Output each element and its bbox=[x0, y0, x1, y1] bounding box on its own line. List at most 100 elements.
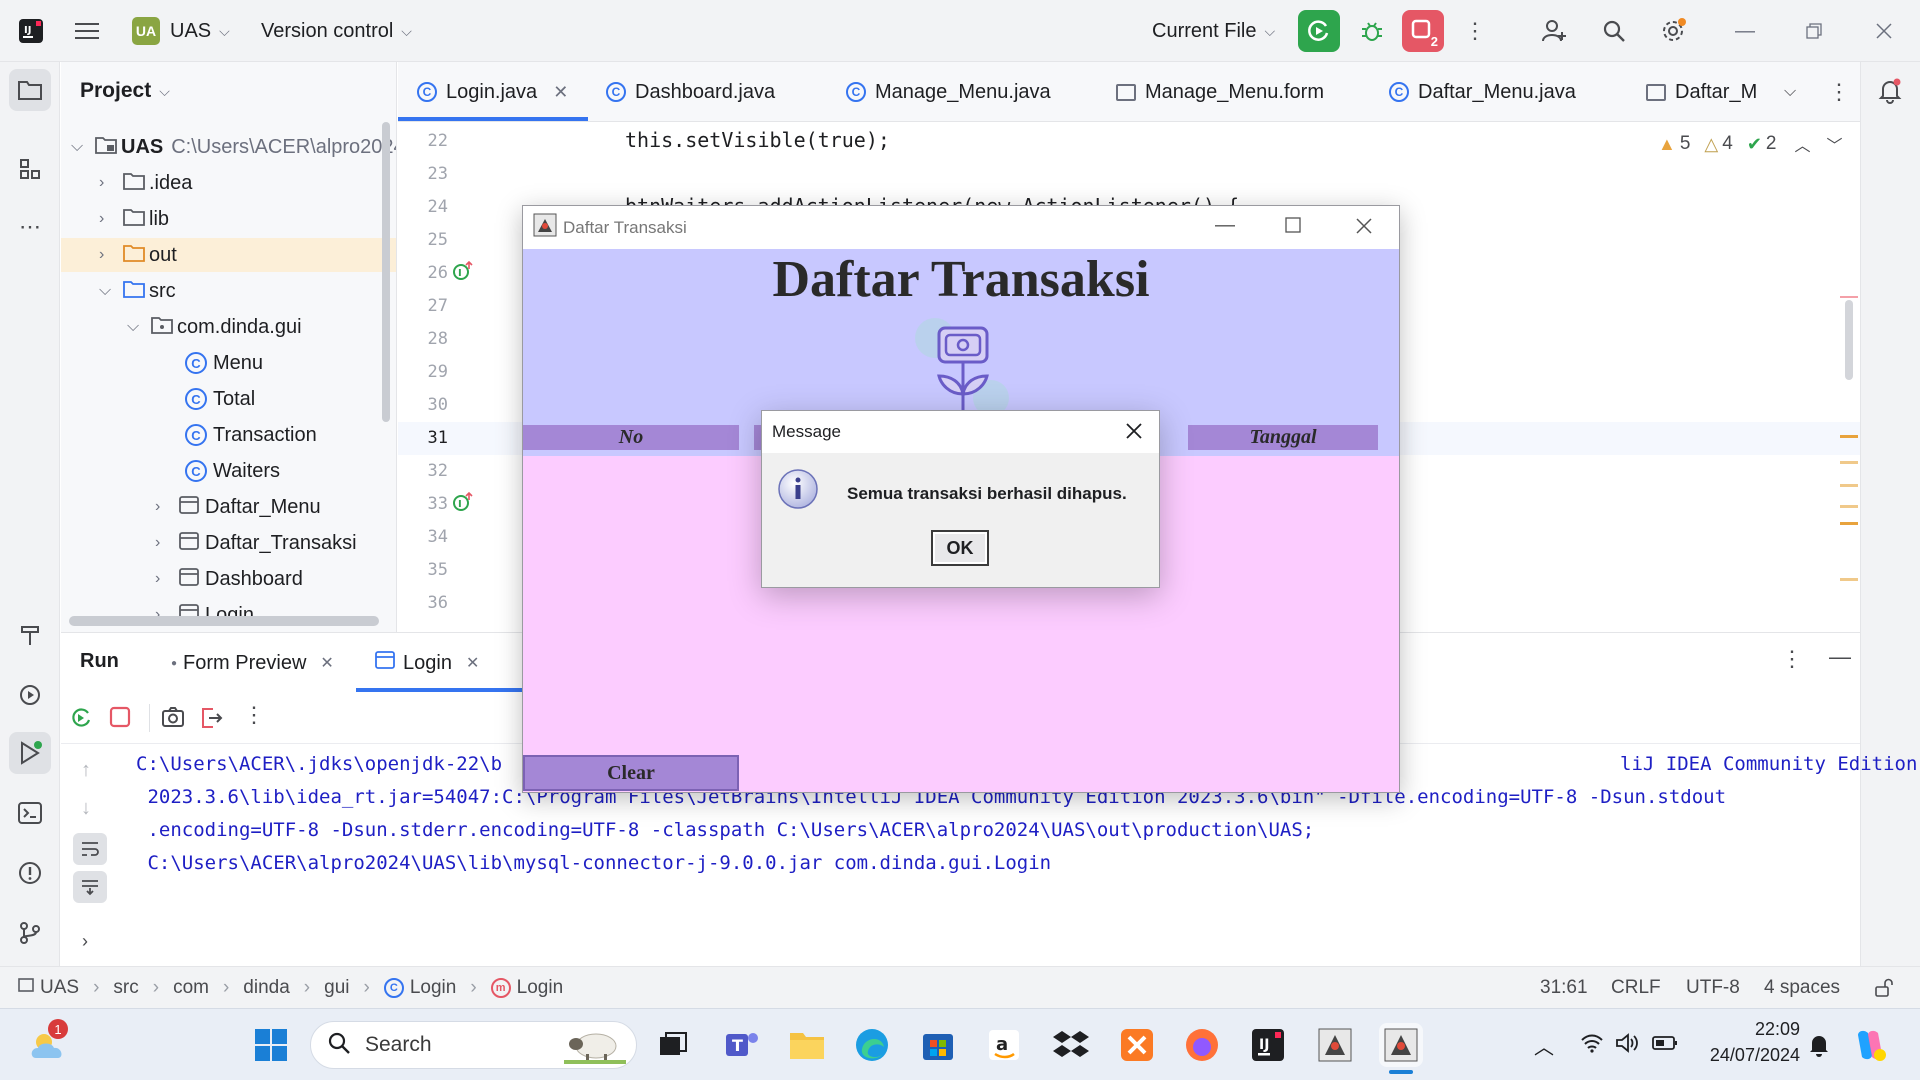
tabs-more-icon[interactable]: ⋮ bbox=[1828, 62, 1850, 122]
tree-item-form-daftar-menu[interactable]: › Daftar_Menu bbox=[155, 490, 321, 524]
teams-icon[interactable]: T bbox=[720, 1023, 764, 1067]
soft-wrap-icon[interactable] bbox=[73, 833, 107, 865]
column-header-no[interactable]: No bbox=[523, 425, 739, 450]
line-separator[interactable]: CRLF bbox=[1611, 977, 1661, 999]
unlock-icon[interactable] bbox=[1874, 978, 1894, 1003]
breadcrumb-item[interactable]: UAS bbox=[40, 977, 79, 999]
build-hammer-icon[interactable] bbox=[9, 614, 51, 656]
breadcrumb-item[interactable]: dinda bbox=[243, 977, 290, 999]
tree-item-class-waiters[interactable]: C Waiters bbox=[185, 454, 280, 488]
tabs-overflow-chevron-icon[interactable]: ⌵ bbox=[1784, 62, 1796, 122]
indent-setting[interactable]: 4 spaces bbox=[1764, 977, 1840, 999]
warning-stripe-mark[interactable] bbox=[1840, 435, 1858, 438]
run-tool-icon[interactable] bbox=[9, 732, 51, 774]
breadcrumb-item[interactable]: com bbox=[173, 977, 209, 999]
project-selector[interactable]: UA UAS ⌵ bbox=[132, 14, 230, 48]
services-icon[interactable] bbox=[9, 674, 51, 716]
tree-item-lib[interactable]: › lib bbox=[99, 202, 169, 236]
tab-daftar-m[interactable]: Daftar_M bbox=[1646, 62, 1757, 122]
firefox-icon[interactable] bbox=[1180, 1023, 1224, 1067]
amazon-icon[interactable]: a bbox=[982, 1023, 1026, 1067]
project-panel-title[interactable]: Project ⌵ bbox=[80, 79, 170, 103]
close-tab-icon[interactable]: ✕ bbox=[320, 653, 333, 673]
breadcrumb-item[interactable]: Login bbox=[517, 977, 564, 999]
tree-item-idea[interactable]: › .idea bbox=[99, 166, 192, 200]
java-app-active-taskbar-icon[interactable] bbox=[1379, 1023, 1423, 1067]
rerun-button[interactable] bbox=[1298, 10, 1340, 52]
close-tab-icon[interactable]: ✕ bbox=[553, 82, 568, 103]
task-view-icon[interactable] bbox=[651, 1023, 695, 1067]
warning-stripe-mark[interactable] bbox=[1840, 484, 1858, 487]
tab-dashboard-java[interactable]: C Dashboard.java bbox=[606, 62, 775, 122]
tree-item-package[interactable]: ⌵ com.dinda.gui bbox=[127, 310, 302, 344]
rerun-icon[interactable] bbox=[69, 706, 93, 735]
intellij-taskbar-icon[interactable]: IJ bbox=[1246, 1023, 1290, 1067]
tree-item-class-menu[interactable]: C Menu bbox=[185, 346, 263, 380]
editor-scrollbar[interactable] bbox=[1845, 300, 1853, 380]
microsoft-store-icon[interactable] bbox=[916, 1023, 960, 1067]
tree-item-class-total[interactable]: C Total bbox=[185, 382, 255, 416]
main-menu-icon[interactable] bbox=[66, 10, 108, 52]
clock-time[interactable]: 22:09 bbox=[1700, 1019, 1800, 1040]
run-tab-login[interactable]: Login ✕ bbox=[375, 648, 479, 678]
warning-stripe-mark[interactable] bbox=[1840, 461, 1858, 464]
more-icon[interactable]: ⋮ bbox=[243, 702, 265, 728]
close-tab-icon[interactable]: ✕ bbox=[466, 653, 479, 673]
show-hidden-icons-chevron-icon[interactable]: ︿ bbox=[1534, 1031, 1554, 1060]
java-app-taskbar-icon[interactable] bbox=[1313, 1023, 1357, 1067]
previous-highlight-icon[interactable]: ︿ bbox=[1795, 132, 1811, 156]
warning-stripe-mark[interactable] bbox=[1840, 578, 1858, 581]
tree-item-class-transaction[interactable]: C Transaction bbox=[185, 418, 317, 452]
volume-icon[interactable] bbox=[1615, 1033, 1639, 1058]
close-window-icon[interactable] bbox=[1355, 217, 1373, 240]
hide-panel-icon[interactable]: — bbox=[1829, 644, 1851, 670]
exit-icon[interactable] bbox=[199, 706, 223, 735]
warning-stripe-mark[interactable] bbox=[1840, 505, 1858, 508]
restore-window-icon[interactable] bbox=[1793, 10, 1835, 52]
project-horizontal-scrollbar[interactable] bbox=[69, 616, 379, 626]
copilot-icon[interactable] bbox=[1852, 1027, 1888, 1068]
run-more-options-icon[interactable]: ⋮ bbox=[1781, 646, 1803, 672]
breadcrumb-item[interactable]: Login bbox=[410, 977, 457, 999]
notification-bell-icon[interactable] bbox=[1808, 1033, 1830, 1062]
git-branch-icon[interactable] bbox=[9, 912, 51, 954]
more-actions-icon[interactable]: ⋮ bbox=[1454, 10, 1496, 52]
down-arrow-icon[interactable]: ↓ bbox=[81, 797, 91, 820]
implements-method-gutter-icon[interactable]: I bbox=[452, 491, 474, 518]
breadcrumb-item[interactable]: gui bbox=[324, 977, 349, 999]
error-stripe-mark[interactable] bbox=[1840, 296, 1858, 298]
next-highlight-icon[interactable]: ﹀ bbox=[1827, 132, 1843, 156]
intellij-logo-icon[interactable]: IJ bbox=[10, 10, 52, 52]
ok-button[interactable]: OK bbox=[931, 530, 989, 566]
project-folder-icon[interactable] bbox=[9, 69, 51, 111]
tree-item-form-dashboard[interactable]: › Dashboard bbox=[155, 562, 303, 596]
dialog-title-bar[interactable]: Message bbox=[762, 411, 1159, 453]
edge-browser-icon[interactable] bbox=[850, 1023, 894, 1067]
vcs-selector[interactable]: Version control ⌵ bbox=[261, 14, 412, 48]
run-tab-form-preview[interactable]: ● Form Preview ✕ bbox=[171, 648, 334, 678]
tab-manage-menu-java[interactable]: C Manage_Menu.java bbox=[846, 62, 1051, 122]
camera-icon[interactable] bbox=[161, 706, 185, 733]
inspection-widget[interactable]: ▲ 5 △ 4 ✔ 2 ︿ ﹀ bbox=[1658, 132, 1843, 156]
wifi-icon[interactable] bbox=[1580, 1033, 1604, 1058]
tab-login-java[interactable]: C Login.java ✕ bbox=[417, 62, 568, 122]
implements-method-gutter-icon[interactable]: I bbox=[452, 260, 474, 287]
add-user-icon[interactable] bbox=[1533, 10, 1575, 52]
tree-root-uas[interactable]: ⌵ UAS C:\Users\ACER\alpro2024\UAS bbox=[71, 130, 396, 164]
run-config-selector[interactable]: Current File ⌵ bbox=[1152, 14, 1275, 48]
expand-icon[interactable]: › bbox=[82, 931, 88, 952]
minimize-window-icon[interactable]: — bbox=[1724, 10, 1766, 52]
search-icon[interactable] bbox=[1593, 10, 1635, 52]
close-dialog-icon[interactable] bbox=[1125, 422, 1143, 445]
weather-widget-icon[interactable]: 1 bbox=[26, 1019, 70, 1067]
windows-start-icon[interactable] bbox=[249, 1023, 293, 1067]
file-encoding[interactable]: UTF-8 bbox=[1686, 977, 1740, 999]
project-vertical-scrollbar[interactable] bbox=[382, 122, 390, 422]
more-tools-icon[interactable]: ⋯ bbox=[9, 206, 51, 248]
tree-item-form-login[interactable]: › Login bbox=[155, 598, 254, 632]
notifications-bell-icon[interactable] bbox=[1869, 70, 1911, 112]
tree-item-src[interactable]: ⌵ src bbox=[99, 274, 176, 308]
stop-icon[interactable] bbox=[109, 706, 131, 733]
caret-position[interactable]: 31:61 bbox=[1540, 977, 1588, 999]
file-explorer-icon[interactable] bbox=[785, 1023, 829, 1067]
